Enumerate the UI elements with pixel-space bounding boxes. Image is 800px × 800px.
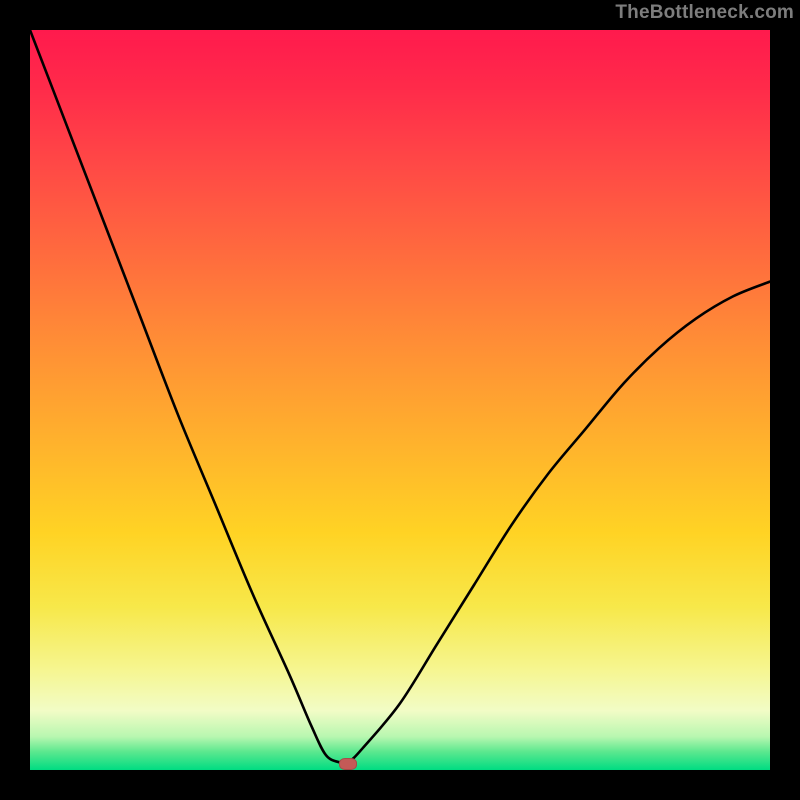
chart-stage: TheBottleneck.com — [0, 0, 800, 800]
optimal-marker — [339, 758, 357, 770]
watermark-text: TheBottleneck.com — [615, 2, 794, 24]
plot-area — [30, 30, 770, 770]
bottleneck-curve — [30, 30, 770, 770]
